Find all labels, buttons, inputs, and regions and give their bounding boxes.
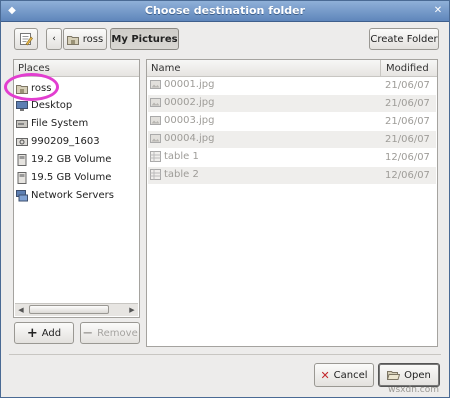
place-item-990209-1603[interactable]: 990209_1603: [16, 134, 100, 149]
path-segment-my-pictures[interactable]: My Pictures: [110, 28, 179, 50]
place-item-file-system[interactable]: File System: [16, 116, 88, 131]
table-row[interactable]: 00004.jpg 21/06/07: [148, 131, 436, 148]
create-folder-button[interactable]: Create Folder: [369, 28, 439, 50]
file-modified: 21/06/07: [385, 80, 430, 91]
cancel-button[interactable]: ✕ Cancel: [314, 363, 374, 387]
file-modified: 21/06/07: [385, 134, 430, 145]
title-bar[interactable]: ◆ Choose destination folder ✕: [1, 1, 449, 22]
path-scroll-left-button[interactable]: ‹: [46, 28, 62, 50]
scroll-right-arrow-icon[interactable]: ▶: [126, 304, 138, 316]
minus-icon: −: [82, 325, 94, 341]
remove-place-button[interactable]: − Remove: [80, 322, 140, 344]
file-list-pane: Name Modified 00001.jpg 21/06/07 00002.j…: [146, 59, 438, 347]
table-row[interactable]: 00003.jpg 21/06/07: [148, 113, 436, 130]
column-header-name[interactable]: Name: [151, 63, 181, 74]
file-modified: 12/06/07: [385, 170, 430, 181]
path-segment-ross[interactable]: ross: [63, 28, 107, 50]
chevron-left-icon: ‹: [52, 34, 56, 44]
column-header-modified-label: Modified: [386, 63, 429, 74]
window-title: Choose destination folder: [144, 4, 306, 17]
place-label: 19.5 GB Volume: [31, 172, 112, 183]
place-label: File System: [31, 118, 89, 129]
scroll-left-arrow-icon[interactable]: ◀: [15, 304, 27, 316]
file-name: 00003.jpg: [164, 115, 215, 126]
cancel-label: Cancel: [333, 369, 368, 381]
table-row[interactable]: 00002.jpg 21/06/07: [148, 95, 436, 112]
image-file-icon: [150, 115, 161, 126]
path-segment-label: My Pictures: [111, 33, 178, 45]
file-list-header: Name Modified: [147, 60, 437, 77]
file-name: 00001.jpg: [164, 79, 215, 90]
file-name: table 2: [164, 169, 199, 180]
places-horizontal-scrollbar[interactable]: ◀ ▶: [15, 303, 138, 316]
file-modified: 12/06/07: [385, 152, 430, 163]
open-folder-icon: [387, 370, 401, 381]
plus-icon: +: [26, 325, 38, 341]
drive-icon: [16, 153, 28, 166]
close-icon[interactable]: ✕: [431, 4, 445, 17]
image-file-icon: [150, 79, 161, 90]
home-folder-icon: [66, 34, 79, 45]
place-item-network-servers[interactable]: Network Servers: [16, 188, 114, 203]
image-file-icon: [150, 97, 161, 108]
column-header-modified[interactable]: Modified: [380, 60, 429, 76]
scrollbar-thumb[interactable]: [29, 305, 109, 314]
create-folder-label: Create Folder: [370, 33, 438, 45]
edit-location-icon: [20, 33, 33, 46]
watermark: wsxdn.com: [388, 385, 439, 395]
optical-disc-icon: [16, 136, 28, 148]
harddisk-icon: [16, 118, 28, 130]
cancel-icon: ✕: [320, 368, 330, 382]
choose-folder-dialog: ◆ Choose destination folder ✕ ‹ ross My …: [0, 0, 450, 398]
spreadsheet-file-icon: [150, 151, 161, 162]
network-icon: [16, 189, 28, 202]
table-row[interactable]: table 2 12/06/07: [148, 167, 436, 184]
add-place-label: Add: [41, 327, 62, 339]
table-row[interactable]: table 1 12/06/07: [148, 149, 436, 166]
desktop-icon: [16, 100, 28, 112]
place-label: Network Servers: [31, 190, 114, 201]
file-modified: 21/06/07: [385, 98, 430, 109]
type-location-button[interactable]: [14, 28, 38, 50]
place-item-19-2-gb-volume[interactable]: 19.2 GB Volume: [16, 152, 111, 167]
open-label: Open: [404, 369, 431, 381]
remove-place-label: Remove: [97, 327, 138, 339]
file-name: 00004.jpg: [164, 133, 215, 144]
drive-icon: [16, 171, 28, 184]
place-item-19-5-gb-volume[interactable]: 19.5 GB Volume: [16, 170, 111, 185]
image-file-icon: [150, 133, 161, 144]
table-row[interactable]: 00001.jpg 21/06/07: [148, 77, 436, 94]
add-place-button[interactable]: + Add: [14, 322, 74, 344]
place-label: Desktop: [31, 100, 73, 111]
open-button[interactable]: Open: [378, 363, 440, 387]
place-label: 990209_1603: [31, 136, 100, 147]
path-segment-label: ross: [82, 33, 104, 45]
file-name: table 1: [164, 151, 199, 162]
footer-separator: [9, 354, 441, 355]
spreadsheet-file-icon: [150, 169, 161, 180]
annotation-circle: [4, 73, 59, 101]
file-modified: 21/06/07: [385, 116, 430, 127]
place-label: 19.2 GB Volume: [31, 154, 112, 165]
file-name: 00002.jpg: [164, 97, 215, 108]
